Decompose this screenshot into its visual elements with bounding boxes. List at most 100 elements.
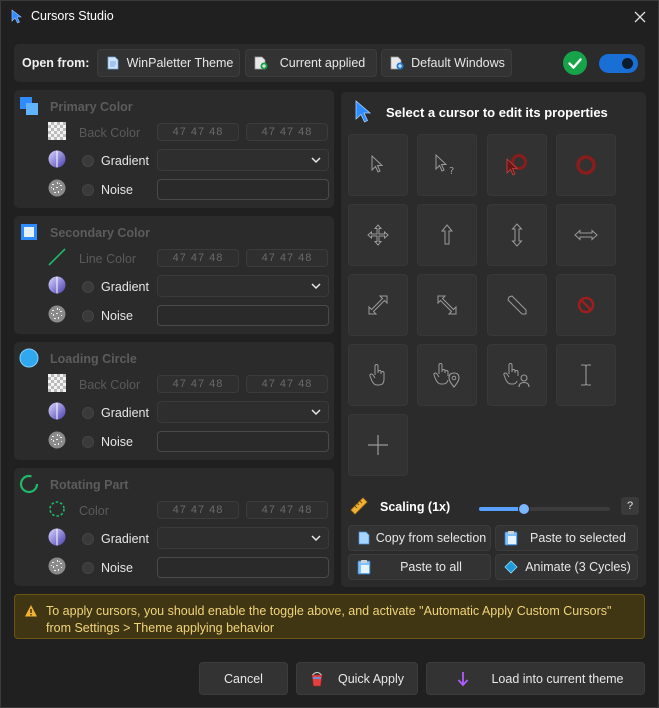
gradient-checkbox[interactable] — [82, 407, 94, 419]
line-color-2[interactable]: 47 47 48 — [246, 249, 328, 267]
noise-label: Noise — [101, 183, 133, 197]
cursor-tile-arrow[interactable] — [348, 134, 408, 196]
primary-color-title: Primary Color — [50, 100, 133, 114]
close-button[interactable] — [628, 5, 652, 29]
open-current-applied-button[interactable]: Current applied — [245, 49, 377, 77]
hand-cursor-icon — [369, 363, 385, 386]
cursor-tile-unavailable[interactable] — [556, 274, 616, 336]
open-default-windows-button[interactable]: Default Windows — [381, 49, 512, 77]
gradient-dropdown[interactable] — [157, 401, 329, 423]
cursor-tile-app-starting[interactable] — [487, 134, 547, 196]
loading-circle-icon — [19, 348, 39, 368]
noise-checkbox[interactable] — [82, 310, 94, 322]
gradient-icon — [48, 528, 68, 548]
cursor-tile-up-arrow[interactable] — [417, 204, 477, 266]
cursors-studio-window: Cursors Studio Open from: WinPaletter Th… — [0, 0, 659, 708]
open-from-label: Open from: — [22, 56, 90, 70]
cursor-tile-help[interactable]: ? — [417, 134, 477, 196]
back-color-1[interactable]: 47 47 48 — [157, 123, 239, 141]
text-cursor-icon — [581, 364, 591, 386]
arrow-down-icon — [455, 671, 471, 687]
noise-checkbox[interactable] — [82, 184, 94, 196]
ew-resize-cursor-icon — [574, 229, 598, 241]
noise-input[interactable] — [157, 557, 329, 578]
copy-icon — [356, 530, 372, 546]
gradient-checkbox[interactable] — [82, 533, 94, 545]
arrow-cursor-icon — [371, 155, 384, 173]
cursor-tile-busy[interactable] — [556, 134, 616, 196]
noise-label: Noise — [101, 309, 133, 323]
scaling-help-button[interactable]: ? — [621, 497, 639, 515]
cursor-tile-hand[interactable] — [348, 344, 408, 406]
cursor-tile-pen[interactable] — [487, 274, 547, 336]
line-color-1[interactable]: 47 47 48 — [157, 249, 239, 267]
cursor-tile-cross[interactable] — [348, 414, 408, 476]
loading-circle-title: Loading Circle — [50, 352, 137, 366]
chevron-down-icon — [311, 409, 321, 416]
info-text: To apply cursors, you should enable the … — [46, 604, 612, 635]
checker-icon — [48, 122, 68, 142]
cursor-tile-pin[interactable] — [417, 344, 477, 406]
noise-checkbox[interactable] — [82, 562, 94, 574]
cursor-tile-text[interactable] — [556, 344, 616, 406]
back-color-1[interactable]: 47 47 48 — [157, 375, 239, 393]
back-color-2[interactable]: 47 47 48 — [246, 375, 328, 393]
open-winpaletter-theme-button[interactable]: WinPaletter Theme — [97, 49, 240, 77]
cancel-button[interactable]: Cancel — [199, 662, 288, 695]
app-cursor-icon — [11, 9, 23, 27]
spinner-icon — [48, 500, 68, 520]
gradient-dropdown[interactable] — [157, 149, 329, 171]
quick-apply-button[interactable]: Quick Apply — [296, 662, 418, 695]
load-into-current-theme-button[interactable]: Load into current theme — [426, 662, 645, 695]
copy-from-selection-label: Copy from selection — [375, 531, 487, 545]
move-cursor-icon — [367, 224, 389, 246]
gradient-checkbox[interactable] — [82, 155, 94, 167]
cursor-tile-ns-resize[interactable] — [487, 204, 547, 266]
animate-button[interactable]: Animate (3 Cycles) — [495, 554, 638, 580]
gradient-icon — [48, 402, 68, 422]
gradient-dropdown[interactable] — [157, 527, 329, 549]
close-icon — [634, 11, 646, 23]
noise-checkbox[interactable] — [82, 436, 94, 448]
gradient-checkbox[interactable] — [82, 281, 94, 293]
enable-toggle[interactable] — [599, 54, 638, 73]
noise-input[interactable] — [157, 179, 329, 200]
secondary-color-title: Secondary Color — [50, 226, 151, 240]
cursor-tile-ew-resize[interactable] — [556, 204, 616, 266]
paste-to-all-button[interactable]: Paste to all — [348, 554, 491, 580]
cursor-tile-nesw-resize[interactable] — [348, 274, 408, 336]
line-icon — [48, 248, 68, 268]
ns-resize-cursor-icon — [511, 223, 523, 247]
paste-to-selected-button[interactable]: Paste to selected — [495, 525, 638, 551]
rotating-part-icon — [19, 474, 39, 494]
copy-from-selection-button[interactable]: Copy from selection — [348, 525, 491, 551]
gradient-icon — [48, 150, 68, 170]
info-bar: To apply cursors, you should enable the … — [14, 594, 645, 639]
scaling-label: Scaling (1x) — [380, 500, 451, 514]
primary-color-icon — [19, 96, 39, 116]
cursor-tile-nwse-resize[interactable] — [417, 274, 477, 336]
paste-icon — [503, 530, 519, 546]
noise-input[interactable] — [157, 305, 329, 326]
color-1[interactable]: 47 47 48 — [157, 501, 239, 519]
color-2[interactable]: 47 47 48 — [246, 501, 328, 519]
back-color-2[interactable]: 47 47 48 — [246, 123, 328, 141]
noise-input[interactable] — [157, 431, 329, 452]
loading-circle-section: Loading Circle Back Color 47 47 48 47 47… — [14, 342, 334, 460]
line-color-label: Line Color — [79, 252, 136, 266]
busy-cursor-icon — [576, 155, 596, 175]
scaling-slider-thumb[interactable] — [518, 503, 530, 515]
gradient-dropdown[interactable] — [157, 275, 329, 297]
cursor-tile-person[interactable] — [487, 344, 547, 406]
rotating-part-title: Rotating Part — [50, 478, 129, 492]
paste-icon — [356, 559, 372, 575]
gradient-icon — [48, 276, 68, 296]
secondary-color-section: Secondary Color Line Color 47 47 48 47 4… — [14, 216, 334, 334]
cursor-tile-move[interactable] — [348, 204, 408, 266]
svg-text:?: ? — [449, 166, 454, 176]
ruler-icon — [349, 496, 369, 519]
window-title: Cursors Studio — [31, 9, 114, 23]
cursor-pointer-icon — [354, 100, 372, 127]
cursor-panel-title: Select a cursor to edit its properties — [386, 105, 608, 120]
open-current-applied-label: Current applied — [279, 56, 366, 70]
